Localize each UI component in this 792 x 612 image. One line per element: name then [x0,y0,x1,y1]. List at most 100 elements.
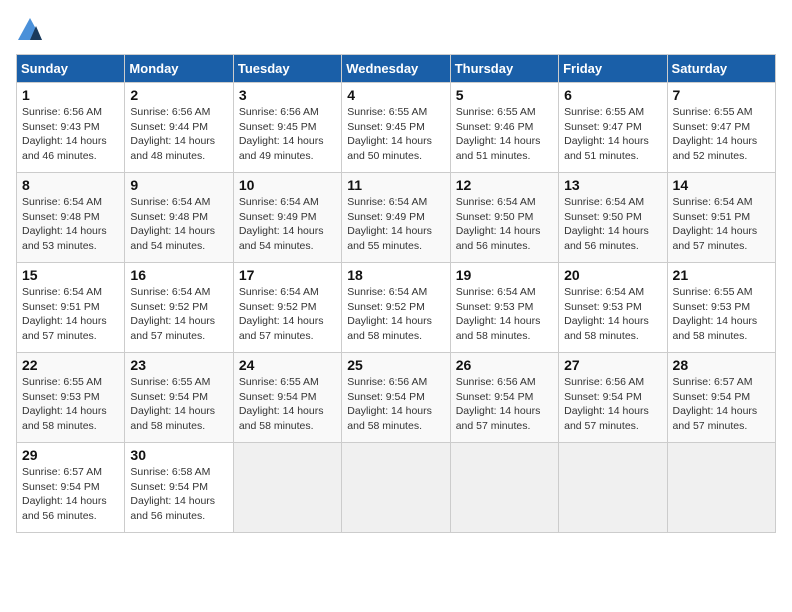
logo [16,16,48,44]
calendar-cell: 11 Sunrise: 6:54 AM Sunset: 9:49 PM Dayli… [342,173,450,263]
day-number: 25 [347,357,444,373]
calendar-cell: 17Sunrise: 6:54 AM Sunset: 9:52 PM Dayli… [233,263,341,353]
day-number: 1 [22,87,119,103]
day-info: Sunrise: 6:55 AM Sunset: 9:47 PM Dayligh… [673,105,770,164]
day-number: 22 [22,357,119,373]
calendar-cell: 19 Sunrise: 6:54 AM Sunset: 9:53 PM Dayli… [450,263,558,353]
day-number: 8 [22,177,119,193]
calendar-cell: 14 Sunrise: 6:54 AM Sunset: 9:51 PM Dayli… [667,173,775,263]
calendar-cell: 20Sunrise: 6:54 AM Sunset: 9:53 PM Dayli… [559,263,667,353]
day-number: 23 [130,357,227,373]
calendar-cell: 6 Sunrise: 6:55 AM Sunset: 9:47 PM Daylig… [559,83,667,173]
day-number: 18 [347,267,444,283]
calendar-week-1: 1 Sunrise: 6:56 AM Sunset: 9:43 PM Daylig… [17,83,776,173]
calendar-cell: 24 Sunrise: 6:55 AM Sunset: 9:54 PM Dayli… [233,353,341,443]
col-header-monday: Monday [125,55,233,83]
day-number: 4 [347,87,444,103]
calendar-cell: 12 Sunrise: 6:54 AM Sunset: 9:50 PM Dayli… [450,173,558,263]
day-info: Sunrise: 6:54 AM Sunset: 9:53 PM Dayligh… [456,285,553,344]
day-number: 13 [564,177,661,193]
day-number: 11 [347,177,444,193]
day-info: Sunrise: 6:54 AM Sunset: 9:48 PM Dayligh… [130,195,227,254]
calendar-cell: 16 Sunrise: 6:54 AM Sunset: 9:52 PM Dayli… [125,263,233,353]
day-number: 16 [130,267,227,283]
day-number: 3 [239,87,336,103]
calendar-cell [233,443,341,533]
col-header-sunday: Sunday [17,55,125,83]
calendar-cell: 10Sunrise: 6:54 AM Sunset: 9:49 PM Dayli… [233,173,341,263]
page-header [16,16,776,44]
day-info: Sunrise: 6:54 AM Sunset: 9:49 PM Dayligh… [347,195,444,254]
calendar-cell: 29Sunrise: 6:57 AM Sunset: 9:54 PM Dayli… [17,443,125,533]
day-info: Sunrise: 6:54 AM Sunset: 9:52 PM Dayligh… [347,285,444,344]
day-number: 30 [130,447,227,463]
day-info: Sunrise: 6:55 AM Sunset: 9:47 PM Dayligh… [564,105,661,164]
calendar-cell: 8 Sunrise: 6:54 AM Sunset: 9:48 PM Daylig… [17,173,125,263]
calendar-header-row: SundayMondayTuesdayWednesdayThursdayFrid… [17,55,776,83]
calendar-cell: 1 Sunrise: 6:56 AM Sunset: 9:43 PM Daylig… [17,83,125,173]
day-info: Sunrise: 6:54 AM Sunset: 9:51 PM Dayligh… [22,285,119,344]
day-number: 5 [456,87,553,103]
day-info: Sunrise: 6:56 AM Sunset: 9:54 PM Dayligh… [347,375,444,434]
calendar-week-2: 8 Sunrise: 6:54 AM Sunset: 9:48 PM Daylig… [17,173,776,263]
calendar-cell: 7 Sunrise: 6:55 AM Sunset: 9:47 PM Daylig… [667,83,775,173]
calendar-cell [559,443,667,533]
calendar-week-3: 15 Sunrise: 6:54 AM Sunset: 9:51 PM Dayli… [17,263,776,353]
day-number: 27 [564,357,661,373]
day-number: 29 [22,447,119,463]
day-info: Sunrise: 6:54 AM Sunset: 9:49 PM Dayligh… [239,195,336,254]
calendar-body: 1 Sunrise: 6:56 AM Sunset: 9:43 PM Daylig… [17,83,776,533]
day-number: 24 [239,357,336,373]
calendar-cell: 5 Sunrise: 6:55 AM Sunset: 9:46 PM Daylig… [450,83,558,173]
day-info: Sunrise: 6:55 AM Sunset: 9:45 PM Dayligh… [347,105,444,164]
day-info: Sunrise: 6:56 AM Sunset: 9:45 PM Dayligh… [239,105,336,164]
day-number: 2 [130,87,227,103]
day-info: Sunrise: 6:54 AM Sunset: 9:50 PM Dayligh… [456,195,553,254]
day-info: Sunrise: 6:54 AM Sunset: 9:51 PM Dayligh… [673,195,770,254]
day-number: 28 [673,357,770,373]
day-info: Sunrise: 6:56 AM Sunset: 9:44 PM Dayligh… [130,105,227,164]
day-number: 17 [239,267,336,283]
calendar-cell: 2 Sunrise: 6:56 AM Sunset: 9:44 PM Daylig… [125,83,233,173]
day-number: 12 [456,177,553,193]
day-info: Sunrise: 6:55 AM Sunset: 9:46 PM Dayligh… [456,105,553,164]
day-info: Sunrise: 6:54 AM Sunset: 9:50 PM Dayligh… [564,195,661,254]
calendar-cell: 30 Sunrise: 6:58 AM Sunset: 9:54 PM Dayli… [125,443,233,533]
calendar-cell: 26 Sunrise: 6:56 AM Sunset: 9:54 PM Dayli… [450,353,558,443]
day-info: Sunrise: 6:55 AM Sunset: 9:54 PM Dayligh… [130,375,227,434]
day-info: Sunrise: 6:54 AM Sunset: 9:52 PM Dayligh… [130,285,227,344]
calendar-cell [450,443,558,533]
col-header-tuesday: Tuesday [233,55,341,83]
calendar-cell: 28 Sunrise: 6:57 AM Sunset: 9:54 PM Dayli… [667,353,775,443]
calendar-cell [667,443,775,533]
day-number: 26 [456,357,553,373]
calendar-cell: 27 Sunrise: 6:56 AM Sunset: 9:54 PM Dayli… [559,353,667,443]
calendar-cell: 15 Sunrise: 6:54 AM Sunset: 9:51 PM Dayli… [17,263,125,353]
calendar-cell: 21Sunrise: 6:55 AM Sunset: 9:53 PM Dayli… [667,263,775,353]
day-number: 9 [130,177,227,193]
day-info: Sunrise: 6:55 AM Sunset: 9:53 PM Dayligh… [22,375,119,434]
calendar-week-4: 22 Sunrise: 6:55 AM Sunset: 9:53 PM Dayli… [17,353,776,443]
col-header-friday: Friday [559,55,667,83]
day-number: 20 [564,267,661,283]
day-number: 19 [456,267,553,283]
day-info: Sunrise: 6:57 AM Sunset: 9:54 PM Dayligh… [673,375,770,434]
calendar-cell: 3 Sunrise: 6:56 AM Sunset: 9:45 PM Daylig… [233,83,341,173]
day-info: Sunrise: 6:56 AM Sunset: 9:54 PM Dayligh… [456,375,553,434]
day-number: 14 [673,177,770,193]
calendar-cell: 4 Sunrise: 6:55 AM Sunset: 9:45 PM Daylig… [342,83,450,173]
day-number: 6 [564,87,661,103]
calendar-cell: 13 Sunrise: 6:54 AM Sunset: 9:50 PM Dayli… [559,173,667,263]
day-number: 15 [22,267,119,283]
day-info: Sunrise: 6:54 AM Sunset: 9:48 PM Dayligh… [22,195,119,254]
col-header-saturday: Saturday [667,55,775,83]
col-header-thursday: Thursday [450,55,558,83]
day-info: Sunrise: 6:55 AM Sunset: 9:54 PM Dayligh… [239,375,336,434]
col-header-wednesday: Wednesday [342,55,450,83]
day-info: Sunrise: 6:56 AM Sunset: 9:43 PM Dayligh… [22,105,119,164]
day-info: Sunrise: 6:56 AM Sunset: 9:54 PM Dayligh… [564,375,661,434]
calendar-cell [342,443,450,533]
day-info: Sunrise: 6:58 AM Sunset: 9:54 PM Dayligh… [130,465,227,524]
calendar-table: SundayMondayTuesdayWednesdayThursdayFrid… [16,54,776,533]
day-number: 7 [673,87,770,103]
